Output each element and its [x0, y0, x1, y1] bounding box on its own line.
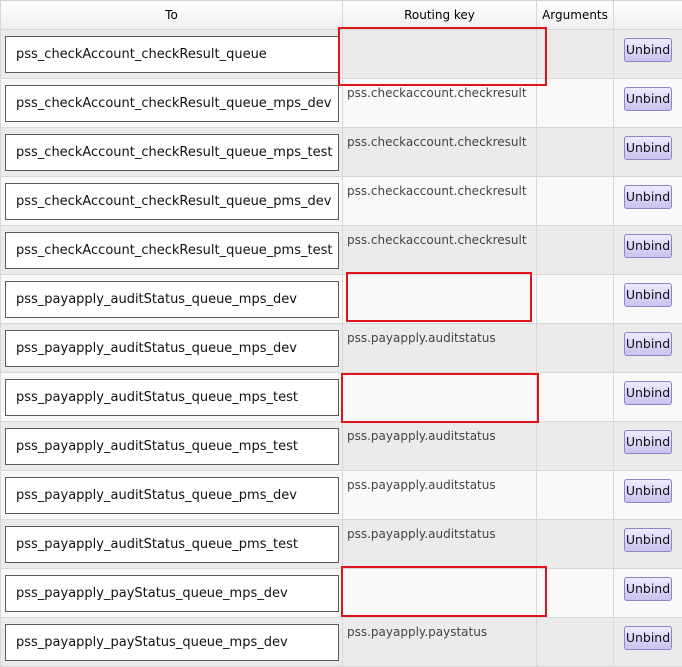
arguments-cell — [537, 324, 614, 373]
queue-link[interactable]: pss_payapply_auditStatus_queue_pms_test — [5, 526, 339, 563]
table-row: pss_checkAccount_checkResult_queue_mps_d… — [1, 79, 682, 128]
queue-link[interactable]: pss_checkAccount_checkResult_queue_mps_t… — [5, 134, 339, 171]
routing-key-cell: pss.payapply.auditstatus — [343, 422, 537, 471]
arguments-cell — [537, 520, 614, 569]
unbind-button[interactable]: Unbind — [624, 283, 672, 307]
header-arguments: Arguments — [537, 1, 614, 30]
queue-link[interactable]: pss_checkAccount_checkResult_queue_pms_d… — [5, 183, 339, 220]
table-row: pss_checkAccount_checkResult_queue_mps_t… — [1, 128, 682, 177]
arguments-cell — [537, 30, 614, 79]
header-routing-key: Routing key — [343, 1, 537, 30]
header-to: To — [1, 1, 343, 30]
queue-link[interactable]: pss_checkAccount_checkResult_queue — [5, 36, 339, 73]
routing-key-cell — [343, 373, 537, 422]
to-cell: pss_payapply_auditStatus_queue_mps_test — [1, 422, 343, 471]
unbind-button[interactable]: Unbind — [624, 381, 672, 405]
to-cell: pss_payapply_auditStatus_queue_pms_dev — [1, 471, 343, 520]
routing-key-cell: pss.checkaccount.checkresult — [343, 226, 537, 275]
routing-key-cell: pss.payapply.paystatus — [343, 618, 537, 667]
arguments-cell — [537, 275, 614, 324]
actions-cell: Unbind — [614, 275, 682, 324]
to-cell: pss_payapply_auditStatus_queue_mps_dev — [1, 324, 343, 373]
routing-key-cell: pss.checkaccount.checkresult — [343, 177, 537, 226]
unbind-button[interactable]: Unbind — [624, 626, 672, 650]
unbind-button[interactable]: Unbind — [624, 332, 672, 356]
actions-cell: Unbind — [614, 79, 682, 128]
routing-key-cell — [343, 569, 537, 618]
to-cell: pss_payapply_auditStatus_queue_mps_test — [1, 373, 343, 422]
actions-cell: Unbind — [614, 618, 682, 667]
queue-link[interactable]: pss_payapply_auditStatus_queue_pms_dev — [5, 477, 339, 514]
unbind-button[interactable]: Unbind — [624, 234, 672, 258]
table-header-row: To Routing key Arguments — [1, 1, 682, 30]
routing-key-cell — [343, 275, 537, 324]
table-row: pss_payapply_auditStatus_queue_mps_testp… — [1, 422, 682, 471]
table-row: pss_checkAccount_checkResult_queue_pms_d… — [1, 177, 682, 226]
unbind-button[interactable]: Unbind — [624, 479, 672, 503]
routing-key-cell: pss.payapply.auditstatus — [343, 471, 537, 520]
to-cell: pss_checkAccount_checkResult_queue — [1, 30, 343, 79]
actions-cell: Unbind — [614, 373, 682, 422]
actions-cell: Unbind — [614, 177, 682, 226]
table-row: pss_payapply_auditStatus_queue_pms_devps… — [1, 471, 682, 520]
unbind-button[interactable]: Unbind — [624, 185, 672, 209]
actions-cell: Unbind — [614, 520, 682, 569]
table-row: pss_checkAccount_checkResult_queue Unbind — [1, 30, 682, 79]
to-cell: pss_checkAccount_checkResult_queue_pms_d… — [1, 177, 343, 226]
to-cell: pss_payapply_auditStatus_queue_mps_dev — [1, 275, 343, 324]
arguments-cell — [537, 79, 614, 128]
header-actions — [614, 1, 682, 30]
actions-cell: Unbind — [614, 569, 682, 618]
routing-key-cell: pss.checkaccount.checkresult — [343, 128, 537, 177]
queue-link[interactable]: pss_payapply_auditStatus_queue_mps_dev — [5, 330, 339, 367]
to-cell: pss_payapply_payStatus_queue_mps_dev — [1, 569, 343, 618]
table-row: pss_payapply_auditStatus_queue_pms_testp… — [1, 520, 682, 569]
table-row: pss_payapply_payStatus_queue_mps_dev Unbi… — [1, 569, 682, 618]
queue-link[interactable]: pss_payapply_payStatus_queue_mps_dev — [5, 575, 339, 612]
queue-link[interactable]: pss_payapply_auditStatus_queue_mps_test — [5, 379, 339, 416]
unbind-button[interactable]: Unbind — [624, 136, 672, 160]
actions-cell: Unbind — [614, 324, 682, 373]
to-cell: pss_payapply_auditStatus_queue_pms_test — [1, 520, 343, 569]
queue-link[interactable]: pss_payapply_auditStatus_queue_mps_test — [5, 428, 339, 465]
arguments-cell — [537, 177, 614, 226]
table-row: pss_checkAccount_checkResult_queue_pms_t… — [1, 226, 682, 275]
arguments-cell — [537, 226, 614, 275]
to-cell: pss_payapply_payStatus_queue_mps_dev — [1, 618, 343, 667]
actions-cell: Unbind — [614, 422, 682, 471]
actions-cell: Unbind — [614, 471, 682, 520]
arguments-cell — [537, 128, 614, 177]
unbind-button[interactable]: Unbind — [624, 87, 672, 111]
routing-key-cell: pss.payapply.auditstatus — [343, 324, 537, 373]
queue-link[interactable]: pss_payapply_auditStatus_queue_mps_dev — [5, 281, 339, 318]
unbind-button[interactable]: Unbind — [624, 528, 672, 552]
to-cell: pss_checkAccount_checkResult_queue_mps_t… — [1, 128, 343, 177]
routing-key-cell — [343, 30, 537, 79]
unbind-button[interactable]: Unbind — [624, 430, 672, 454]
table-row: pss_payapply_auditStatus_queue_mps_dev Un… — [1, 275, 682, 324]
table-row: pss_payapply_auditStatus_queue_mps_test U… — [1, 373, 682, 422]
routing-key-cell: pss.checkaccount.checkresult — [343, 79, 537, 128]
queue-link[interactable]: pss_checkAccount_checkResult_queue_pms_t… — [5, 232, 339, 269]
queue-link[interactable]: pss_checkAccount_checkResult_queue_mps_d… — [5, 85, 339, 122]
actions-cell: Unbind — [614, 226, 682, 275]
unbind-button[interactable]: Unbind — [624, 577, 672, 601]
unbind-button[interactable]: Unbind — [624, 38, 672, 62]
actions-cell: Unbind — [614, 30, 682, 79]
arguments-cell — [537, 471, 614, 520]
arguments-cell — [537, 373, 614, 422]
actions-cell: Unbind — [614, 128, 682, 177]
table-row: pss_payapply_auditStatus_queue_mps_devps… — [1, 324, 682, 373]
arguments-cell — [537, 618, 614, 667]
table-row: pss_payapply_payStatus_queue_mps_devpss.… — [1, 618, 682, 667]
to-cell: pss_checkAccount_checkResult_queue_pms_t… — [1, 226, 343, 275]
bindings-table: To Routing key Arguments pss_checkAccoun… — [0, 0, 682, 667]
arguments-cell — [537, 569, 614, 618]
queue-link[interactable]: pss_payapply_payStatus_queue_mps_dev — [5, 624, 339, 661]
routing-key-cell: pss.payapply.auditstatus — [343, 520, 537, 569]
arguments-cell — [537, 422, 614, 471]
to-cell: pss_checkAccount_checkResult_queue_mps_d… — [1, 79, 343, 128]
